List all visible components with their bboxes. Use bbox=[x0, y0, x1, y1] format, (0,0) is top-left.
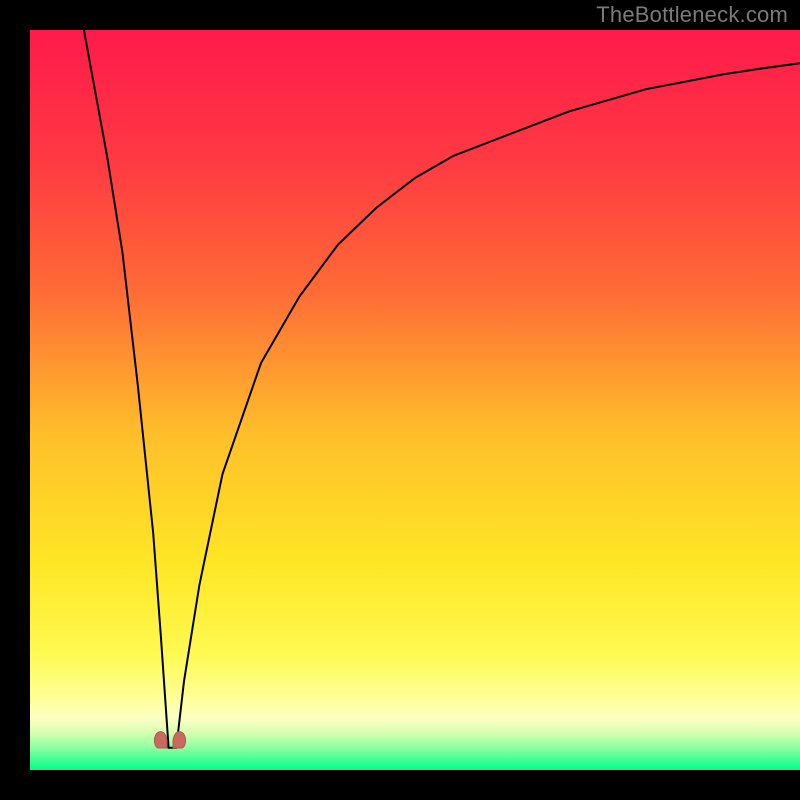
plot-area bbox=[30, 30, 800, 770]
attribution-label: TheBottleneck.com bbox=[596, 2, 788, 28]
plot-inner bbox=[30, 30, 800, 770]
optimum-marker bbox=[153, 724, 187, 750]
curve-layer bbox=[30, 30, 800, 770]
bottleneck-curve bbox=[84, 30, 800, 748]
